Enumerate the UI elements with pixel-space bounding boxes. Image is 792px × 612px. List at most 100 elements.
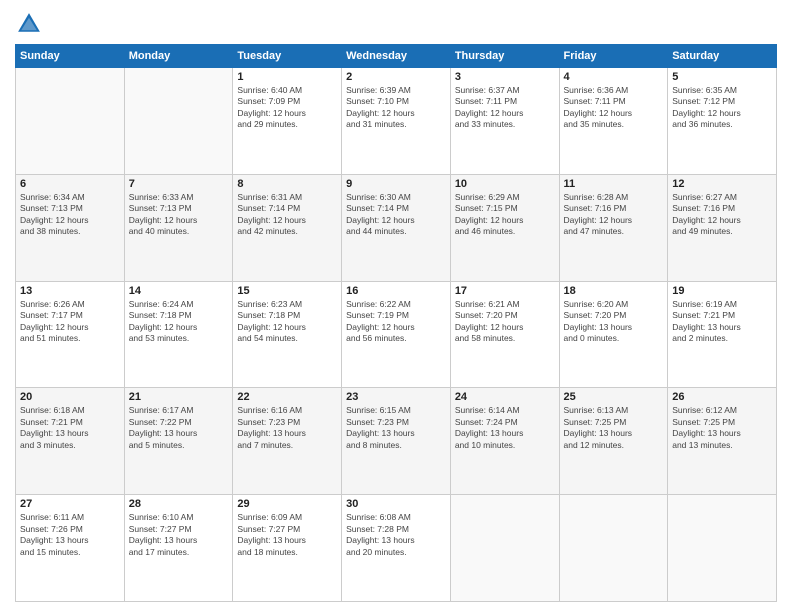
day-info: Sunrise: 6:21 AM Sunset: 7:20 PM Dayligh…	[455, 299, 555, 345]
col-header-saturday: Saturday	[668, 45, 777, 68]
day-number: 28	[129, 498, 229, 510]
calendar-cell: 2 Sunrise: 6:39 AM Sunset: 7:10 PM Daylig…	[342, 68, 451, 175]
day-number: 3	[455, 71, 555, 83]
calendar-cell: 10 Sunrise: 6:29 AM Sunset: 7:15 PM Dayli…	[450, 174, 559, 281]
day-info: Sunrise: 6:34 AM Sunset: 7:13 PM Dayligh…	[20, 192, 120, 238]
day-info: Sunrise: 6:13 AM Sunset: 7:25 PM Dayligh…	[564, 405, 664, 451]
calendar-cell: 21 Sunrise: 6:17 AM Sunset: 7:22 PM Dayli…	[124, 388, 233, 495]
calendar-cell: 28 Sunrise: 6:10 AM Sunset: 7:27 PM Dayli…	[124, 495, 233, 602]
calendar-header-row: SundayMondayTuesdayWednesdayThursdayFrid…	[16, 45, 777, 68]
day-number: 17	[455, 285, 555, 297]
calendar-week-1: 1Sunrise: 6:40 AM Sunset: 7:09 PM Daylig…	[16, 68, 777, 175]
day-number: 8	[237, 178, 337, 190]
day-info: Sunrise: 6:16 AM Sunset: 7:23 PM Dayligh…	[237, 405, 337, 451]
calendar-cell	[124, 68, 233, 175]
day-number: 15	[237, 285, 337, 297]
calendar-cell: 23 Sunrise: 6:15 AM Sunset: 7:23 PM Dayli…	[342, 388, 451, 495]
calendar-cell: 20Sunrise: 6:18 AM Sunset: 7:21 PM Dayli…	[16, 388, 125, 495]
day-info: Sunrise: 6:24 AM Sunset: 7:18 PM Dayligh…	[129, 299, 229, 345]
col-header-sunday: Sunday	[16, 45, 125, 68]
day-number: 29	[237, 498, 337, 510]
page: SundayMondayTuesdayWednesdayThursdayFrid…	[0, 0, 792, 612]
calendar-cell: 6Sunrise: 6:34 AM Sunset: 7:13 PM Daylig…	[16, 174, 125, 281]
day-info: Sunrise: 6:37 AM Sunset: 7:11 PM Dayligh…	[455, 85, 555, 131]
calendar-cell: 7 Sunrise: 6:33 AM Sunset: 7:13 PM Daylig…	[124, 174, 233, 281]
day-info: Sunrise: 6:31 AM Sunset: 7:14 PM Dayligh…	[237, 192, 337, 238]
calendar-cell: 26Sunrise: 6:12 AM Sunset: 7:25 PM Dayli…	[668, 388, 777, 495]
day-info: Sunrise: 6:17 AM Sunset: 7:22 PM Dayligh…	[129, 405, 229, 451]
calendar-cell: 18 Sunrise: 6:20 AM Sunset: 7:20 PM Dayli…	[559, 281, 668, 388]
day-info: Sunrise: 6:26 AM Sunset: 7:17 PM Dayligh…	[20, 299, 120, 345]
day-number: 22	[237, 391, 337, 403]
day-info: Sunrise: 6:29 AM Sunset: 7:15 PM Dayligh…	[455, 192, 555, 238]
day-number: 12	[672, 178, 772, 190]
col-header-wednesday: Wednesday	[342, 45, 451, 68]
day-info: Sunrise: 6:30 AM Sunset: 7:14 PM Dayligh…	[346, 192, 446, 238]
day-info: Sunrise: 6:35 AM Sunset: 7:12 PM Dayligh…	[672, 85, 772, 131]
day-number: 4	[564, 71, 664, 83]
day-info: Sunrise: 6:39 AM Sunset: 7:10 PM Dayligh…	[346, 85, 446, 131]
day-info: Sunrise: 6:09 AM Sunset: 7:27 PM Dayligh…	[237, 512, 337, 558]
day-number: 27	[20, 498, 120, 510]
calendar-cell: 12 Sunrise: 6:27 AM Sunset: 7:16 PM Dayli…	[668, 174, 777, 281]
day-number: 10	[455, 178, 555, 190]
header	[15, 10, 777, 38]
calendar-week-4: 20Sunrise: 6:18 AM Sunset: 7:21 PM Dayli…	[16, 388, 777, 495]
calendar-cell: 13 Sunrise: 6:26 AM Sunset: 7:17 PM Dayli…	[16, 281, 125, 388]
calendar-cell: 19 Sunrise: 6:19 AM Sunset: 7:21 PM Dayli…	[668, 281, 777, 388]
col-header-monday: Monday	[124, 45, 233, 68]
calendar-cell: 11Sunrise: 6:28 AM Sunset: 7:16 PM Dayli…	[559, 174, 668, 281]
calendar-week-3: 13 Sunrise: 6:26 AM Sunset: 7:17 PM Dayli…	[16, 281, 777, 388]
day-number: 9	[346, 178, 446, 190]
calendar-cell: 4 Sunrise: 6:36 AM Sunset: 7:11 PM Daylig…	[559, 68, 668, 175]
calendar-cell: 24 Sunrise: 6:14 AM Sunset: 7:24 PM Dayli…	[450, 388, 559, 495]
col-header-friday: Friday	[559, 45, 668, 68]
day-info: Sunrise: 6:33 AM Sunset: 7:13 PM Dayligh…	[129, 192, 229, 238]
day-info: Sunrise: 6:22 AM Sunset: 7:19 PM Dayligh…	[346, 299, 446, 345]
col-header-tuesday: Tuesday	[233, 45, 342, 68]
day-number: 7	[129, 178, 229, 190]
calendar-cell	[559, 495, 668, 602]
day-info: Sunrise: 6:36 AM Sunset: 7:11 PM Dayligh…	[564, 85, 664, 131]
day-number: 26	[672, 391, 772, 403]
calendar-cell: 25 Sunrise: 6:13 AM Sunset: 7:25 PM Dayli…	[559, 388, 668, 495]
logo	[15, 10, 47, 38]
day-number: 1	[237, 71, 337, 83]
day-info: Sunrise: 6:27 AM Sunset: 7:16 PM Dayligh…	[672, 192, 772, 238]
day-number: 21	[129, 391, 229, 403]
calendar-cell: 3 Sunrise: 6:37 AM Sunset: 7:11 PM Daylig…	[450, 68, 559, 175]
day-info: Sunrise: 6:10 AM Sunset: 7:27 PM Dayligh…	[129, 512, 229, 558]
day-number: 23	[346, 391, 446, 403]
calendar-cell: 29 Sunrise: 6:09 AM Sunset: 7:27 PM Dayli…	[233, 495, 342, 602]
day-info: Sunrise: 6:28 AM Sunset: 7:16 PM Dayligh…	[564, 192, 664, 238]
calendar-cell: 14 Sunrise: 6:24 AM Sunset: 7:18 PM Dayli…	[124, 281, 233, 388]
day-info: Sunrise: 6:14 AM Sunset: 7:24 PM Dayligh…	[455, 405, 555, 451]
calendar-cell: 15Sunrise: 6:23 AM Sunset: 7:18 PM Dayli…	[233, 281, 342, 388]
calendar-cell	[16, 68, 125, 175]
calendar-cell: 27 Sunrise: 6:11 AM Sunset: 7:26 PM Dayli…	[16, 495, 125, 602]
day-number: 19	[672, 285, 772, 297]
day-info: Sunrise: 6:20 AM Sunset: 7:20 PM Dayligh…	[564, 299, 664, 345]
day-info: Sunrise: 6:15 AM Sunset: 7:23 PM Dayligh…	[346, 405, 446, 451]
calendar-table: SundayMondayTuesdayWednesdayThursdayFrid…	[15, 44, 777, 602]
day-number: 16	[346, 285, 446, 297]
day-number: 18	[564, 285, 664, 297]
day-number: 25	[564, 391, 664, 403]
calendar-week-5: 27 Sunrise: 6:11 AM Sunset: 7:26 PM Dayli…	[16, 495, 777, 602]
calendar-cell: 8 Sunrise: 6:31 AM Sunset: 7:14 PM Daylig…	[233, 174, 342, 281]
calendar-cell: 16 Sunrise: 6:22 AM Sunset: 7:19 PM Dayli…	[342, 281, 451, 388]
day-number: 5	[672, 71, 772, 83]
day-info: Sunrise: 6:11 AM Sunset: 7:26 PM Dayligh…	[20, 512, 120, 558]
calendar-cell: 30Sunrise: 6:08 AM Sunset: 7:28 PM Dayli…	[342, 495, 451, 602]
day-info: Sunrise: 6:18 AM Sunset: 7:21 PM Dayligh…	[20, 405, 120, 451]
day-number: 24	[455, 391, 555, 403]
day-info: Sunrise: 6:19 AM Sunset: 7:21 PM Dayligh…	[672, 299, 772, 345]
day-number: 13	[20, 285, 120, 297]
calendar-cell: 1Sunrise: 6:40 AM Sunset: 7:09 PM Daylig…	[233, 68, 342, 175]
calendar-week-2: 6Sunrise: 6:34 AM Sunset: 7:13 PM Daylig…	[16, 174, 777, 281]
day-number: 14	[129, 285, 229, 297]
day-number: 2	[346, 71, 446, 83]
calendar-cell: 17 Sunrise: 6:21 AM Sunset: 7:20 PM Dayli…	[450, 281, 559, 388]
day-info: Sunrise: 6:08 AM Sunset: 7:28 PM Dayligh…	[346, 512, 446, 558]
calendar-cell: 5 Sunrise: 6:35 AM Sunset: 7:12 PM Daylig…	[668, 68, 777, 175]
